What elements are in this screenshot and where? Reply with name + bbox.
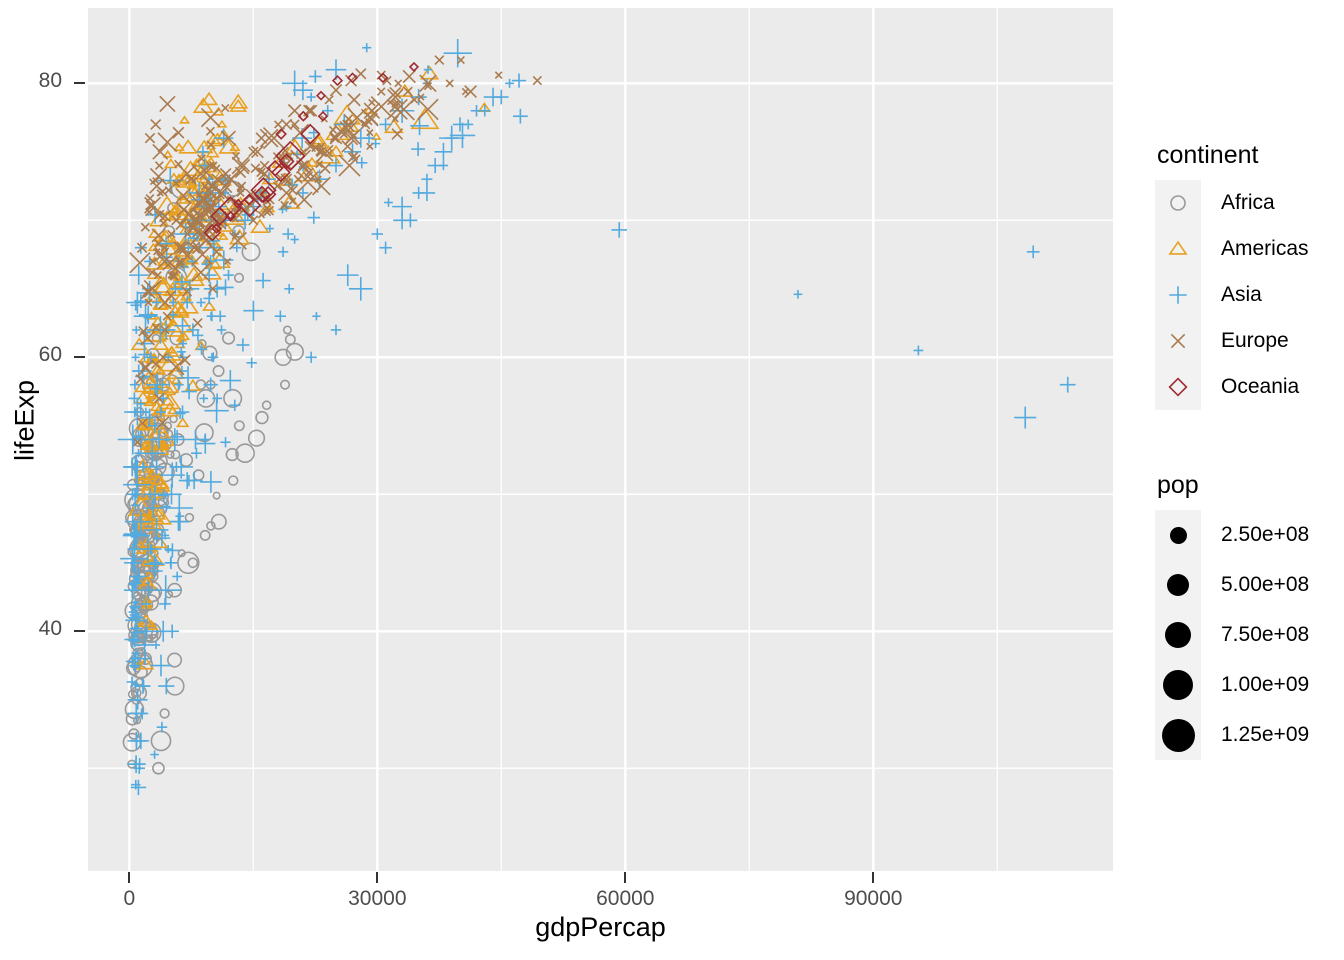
y-tick-label: 80 bbox=[38, 69, 62, 93]
legend-item-asia[interactable]: Asia bbox=[1155, 272, 1309, 318]
plot-panel bbox=[88, 8, 1113, 871]
legend-item-label: Europe bbox=[1221, 329, 1289, 352]
legend-pop-label: 1.25e+09 bbox=[1221, 723, 1310, 746]
pop-size-dot bbox=[1169, 526, 1187, 544]
x-tickmark bbox=[128, 872, 131, 883]
x-axis-title: gdpPercap bbox=[535, 912, 666, 942]
legend-pop-label: 1.00e+09 bbox=[1221, 673, 1310, 696]
series-asia bbox=[117, 39, 1076, 796]
size-dot-icon bbox=[1155, 660, 1201, 710]
y-tickmark bbox=[74, 630, 85, 633]
legend-item-europe[interactable]: Europe bbox=[1155, 318, 1309, 364]
legend-item-africa[interactable]: Africa bbox=[1155, 180, 1309, 226]
x-tickmark bbox=[872, 872, 875, 883]
legend-item-americas[interactable]: Americas bbox=[1155, 226, 1309, 272]
legend-item-label: Oceania bbox=[1221, 375, 1300, 398]
y-axis-title: lifeExp bbox=[9, 379, 40, 462]
x-tickmark bbox=[376, 872, 379, 883]
legend-pop-item-4[interactable]: 1.00e+09 bbox=[1155, 660, 1309, 710]
y-tick-label: 40 bbox=[38, 617, 62, 641]
diamond-marker-icon bbox=[1155, 364, 1201, 410]
legend-area: continent Africa Americas Asia Europe Oceani… bbox=[1155, 0, 1344, 960]
legend-pop-label: 5.00e+08 bbox=[1221, 573, 1310, 596]
x-tickmark bbox=[624, 872, 627, 883]
circle-marker-icon bbox=[1155, 180, 1201, 226]
legend-continent-items: Africa Americas Asia Europe Oceania bbox=[1155, 180, 1309, 410]
legend-continent-title: continent bbox=[1157, 141, 1259, 169]
triangle-marker-icon bbox=[1155, 226, 1201, 272]
size-dot-icon bbox=[1155, 710, 1201, 760]
gridlines-minor bbox=[88, 8, 1113, 871]
pop-size-dot bbox=[1161, 718, 1195, 752]
pop-size-dot bbox=[1163, 670, 1193, 700]
x-tick-label: 60000 bbox=[596, 887, 655, 910]
legend-item-label: Africa bbox=[1221, 191, 1275, 214]
y-tickmark bbox=[74, 356, 85, 359]
plot-root: 40 60 80 0 30000 60000 90000 gdpPercap lifeEx… bbox=[0, 0, 1344, 960]
cross-marker-icon bbox=[1155, 318, 1201, 364]
data-points-layer bbox=[117, 39, 1076, 796]
gridlines-major bbox=[88, 8, 1113, 871]
legend-item-label: Americas bbox=[1221, 237, 1309, 260]
x-tick-label: 0 bbox=[123, 887, 136, 910]
legend-pop-title: pop bbox=[1157, 471, 1199, 499]
series-americas bbox=[127, 65, 492, 670]
legend-pop-item-5[interactable]: 1.25e+09 bbox=[1155, 710, 1309, 760]
legend-item-oceania[interactable]: Oceania bbox=[1155, 364, 1309, 410]
x-tick-label: 30000 bbox=[348, 887, 407, 910]
pop-size-dot bbox=[1165, 622, 1191, 648]
x-tick-label: 90000 bbox=[844, 887, 903, 910]
legend-continent: continent Africa Americas Asia Europe Oceani… bbox=[1155, 140, 1309, 410]
legend-pop-item-1[interactable]: 2.50e+08 bbox=[1155, 510, 1309, 560]
legend-pop-item-2[interactable]: 5.00e+08 bbox=[1155, 560, 1309, 610]
legend-pop-item-3[interactable]: 7.50e+08 bbox=[1155, 610, 1309, 660]
size-dot-icon bbox=[1155, 510, 1201, 560]
size-dot-icon bbox=[1155, 560, 1201, 610]
plus-marker-icon bbox=[1155, 272, 1201, 318]
legend-pop-label: 7.50e+08 bbox=[1221, 623, 1310, 646]
legend-pop-label: 2.50e+08 bbox=[1221, 523, 1310, 546]
legend-item-label: Asia bbox=[1221, 283, 1262, 306]
panel-canvas bbox=[88, 8, 1113, 871]
legend-pop: pop 2.50e+08 5.00e+08 7.50e+08 1.00e+09 1.25… bbox=[1155, 470, 1309, 760]
pop-size-dot bbox=[1167, 574, 1189, 596]
y-tickmark bbox=[74, 82, 85, 85]
legend-pop-items: 2.50e+08 5.00e+08 7.50e+08 1.00e+09 1.25e+09 bbox=[1155, 510, 1309, 760]
size-dot-icon bbox=[1155, 610, 1201, 660]
series-europe bbox=[129, 55, 543, 447]
